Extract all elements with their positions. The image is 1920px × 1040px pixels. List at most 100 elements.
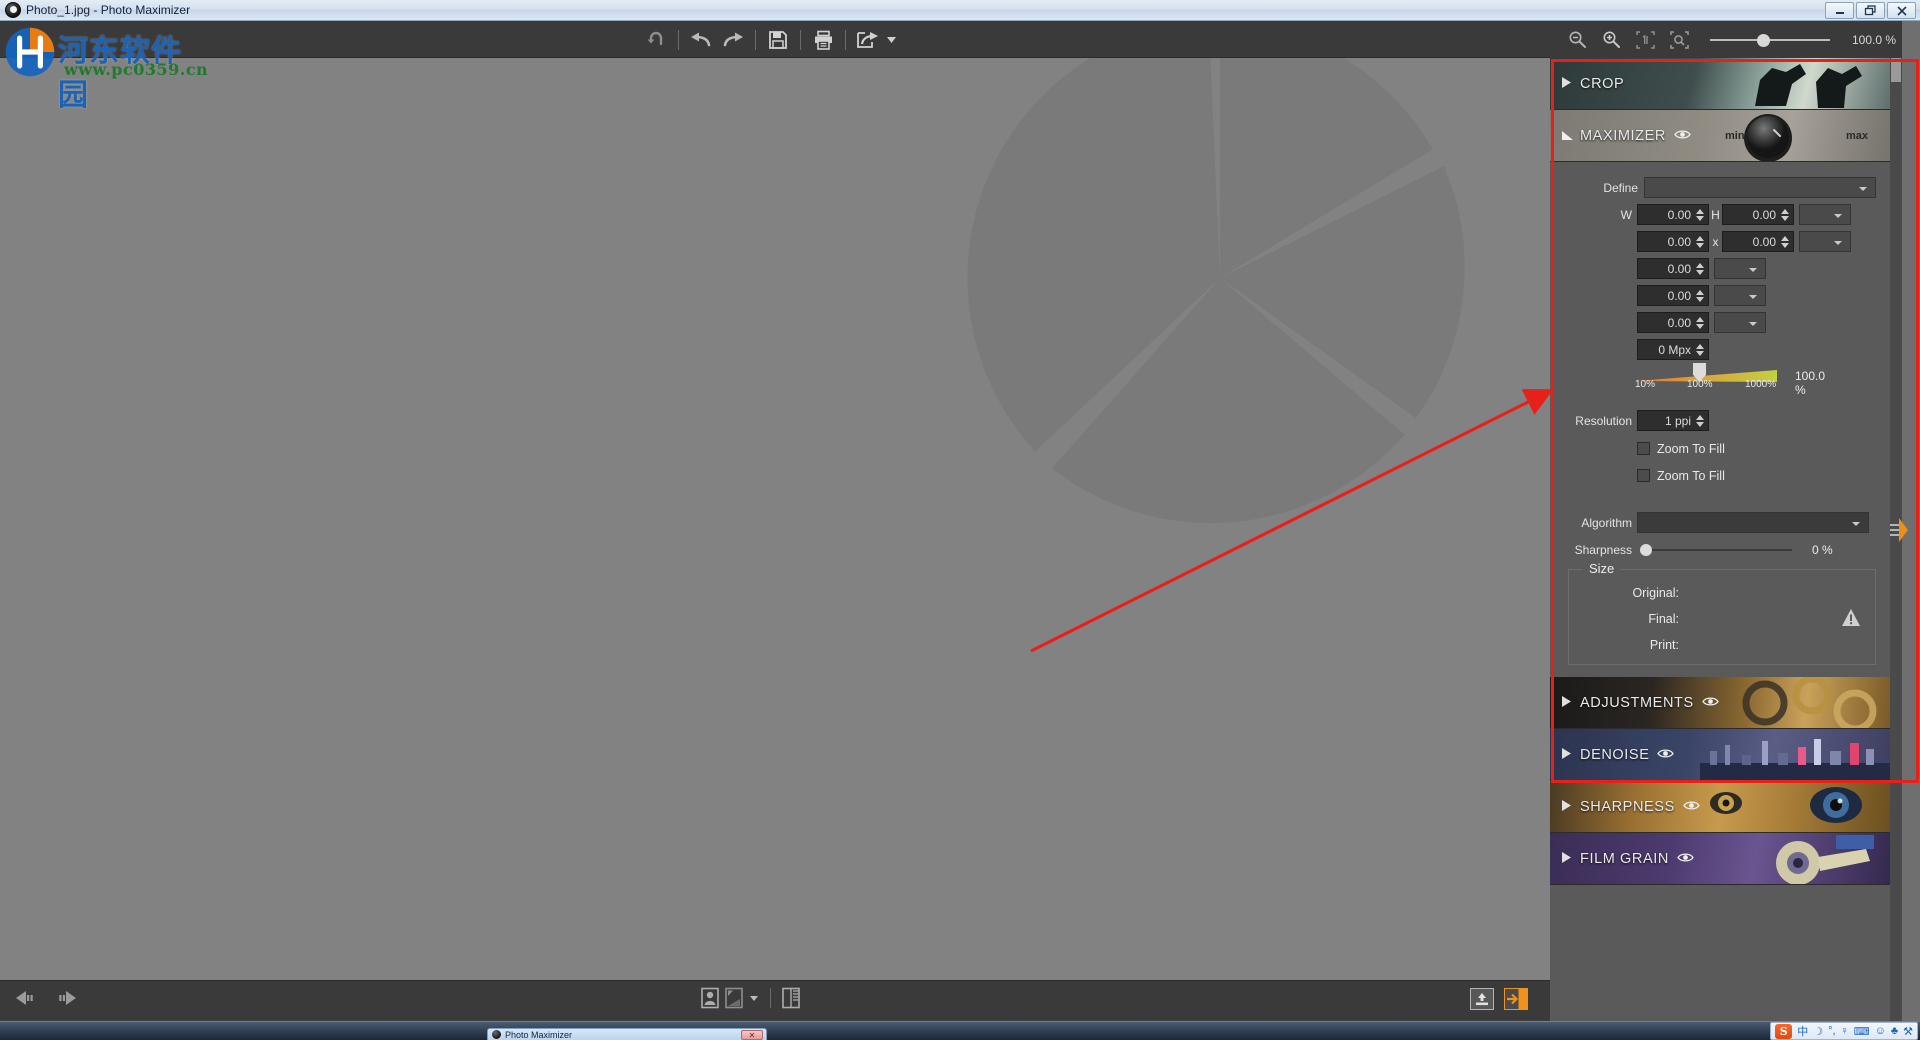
zoom-toolbar: 100.0 % <box>1550 21 1902 58</box>
next-image-button[interactable] <box>50 989 78 1007</box>
panel-scrollbar-thumb[interactable] <box>1891 58 1901 82</box>
share-button[interactable] <box>852 25 884 55</box>
width2-spinner[interactable] <box>1694 232 1705 251</box>
height2-spinner[interactable] <box>1779 232 1790 251</box>
resolution-row: Resolution 1 ppi <box>1550 409 1890 432</box>
compare-view-button[interactable] <box>700 987 720 1009</box>
image-canvas[interactable] <box>0 58 1550 980</box>
wh-unit-select[interactable] <box>1799 204 1851 225</box>
zoom-slider[interactable] <box>1710 33 1830 47</box>
zoom-in-button[interactable] <box>1598 25 1624 55</box>
actual-size-button[interactable] <box>1632 25 1658 55</box>
section-sharpness[interactable]: SHARPNESS <box>1550 781 1890 833</box>
section-crop[interactable]: CROP <box>1550 58 1890 110</box>
sharpness-slider-thumb[interactable] <box>1640 543 1652 556</box>
dialog-close-button[interactable]: ✕ <box>741 1030 763 1040</box>
sharpness-slider[interactable] <box>1640 542 1792 558</box>
close-button[interactable] <box>1887 2 1916 19</box>
zoom-to-fill-row-1: Zoom To Fill <box>1550 437 1890 460</box>
extra-spinner-1[interactable] <box>1694 286 1705 305</box>
skin-icon[interactable]: ♣ <box>1891 1025 1898 1037</box>
view-mode-dropdown-arrow[interactable] <box>748 995 760 1001</box>
width-input[interactable]: 0.00 <box>1637 204 1709 225</box>
share-dropdown-arrow[interactable] <box>884 25 898 55</box>
moon-icon[interactable]: ☽ <box>1813 1025 1823 1038</box>
resolution-input[interactable]: 1 ppi <box>1637 410 1709 431</box>
input-mode-chinese-icon[interactable]: 中 <box>1797 1023 1808 1039</box>
restore-button[interactable] <box>1856 2 1885 19</box>
reset-button[interactable] <box>640 25 672 55</box>
app-icon <box>5 2 21 18</box>
section-denoise[interactable]: DENOISE <box>1550 729 1890 781</box>
knob-min-label: min <box>1725 129 1745 142</box>
width2-value: 0.00 <box>1667 234 1691 249</box>
previous-image-button[interactable] <box>14 989 42 1007</box>
height-spinner[interactable] <box>1779 205 1790 224</box>
algorithm-select[interactable] <box>1637 512 1869 533</box>
zoom-out-button[interactable] <box>1564 25 1590 55</box>
zoom-slider-track <box>1710 38 1830 41</box>
extra-spinner-2[interactable] <box>1694 313 1705 332</box>
resolution-spinner[interactable] <box>1694 411 1705 430</box>
minimize-button[interactable] <box>1825 2 1854 19</box>
megapixel-spinner[interactable] <box>1694 340 1705 359</box>
section-denoise-title: DENOISE <box>1580 747 1675 763</box>
define-row: Define <box>1550 176 1890 199</box>
megapixel-input[interactable]: 0 Mpx <box>1637 339 1709 360</box>
split-view-button[interactable] <box>781 987 801 1009</box>
redo-button[interactable] <box>717 25 749 55</box>
size-print-label: Print: <box>1649 638 1679 652</box>
extra-unit-1[interactable] <box>1714 285 1766 306</box>
eye-icon[interactable] <box>1701 695 1719 711</box>
eye-icon[interactable] <box>1674 128 1691 144</box>
microphone-icon[interactable]: ♀ <box>1841 1025 1849 1037</box>
scale-slider[interactable]: 10% 100% 1000% 100.0 % <box>1635 363 1837 403</box>
extra-row-1: 0.00 <box>1550 284 1890 307</box>
height-value: 0.00 <box>1752 207 1776 222</box>
panel-grip-handle[interactable] <box>1890 520 1900 540</box>
save-button[interactable] <box>762 25 794 55</box>
extra-unit-2[interactable] <box>1714 312 1766 333</box>
zoom-to-fill-checkbox-2[interactable] <box>1637 469 1650 482</box>
extra-input-1[interactable]: 0.00 <box>1637 285 1709 306</box>
wh2-unit-select[interactable] <box>1799 231 1851 252</box>
section-adjustments[interactable]: ADJUSTMENTS <box>1550 677 1890 729</box>
maximizer-settings: Define W 0.00 H 0.00 0.00 x 0.00 0.00 0.… <box>1550 162 1890 677</box>
panel-toggle-button[interactable] <box>1504 988 1528 1010</box>
define-select[interactable] <box>1644 177 1876 198</box>
navigation-buttons <box>14 989 78 1007</box>
chevron-right-icon <box>1562 850 1571 868</box>
height-input[interactable]: 0.00 <box>1722 204 1794 225</box>
tools-icon[interactable]: ⚒ <box>1903 1025 1913 1038</box>
section-film-grain-title: FILM GRAIN <box>1580 851 1694 867</box>
sogou-ime-icon[interactable]: S <box>1775 1023 1793 1039</box>
extra-spinner-0[interactable] <box>1694 259 1705 278</box>
export-button[interactable] <box>1470 988 1494 1010</box>
view-mode-button[interactable] <box>724 987 744 1009</box>
panel-sections: CROP MAXIMIZER min max Define W 0.00 H 0… <box>1550 58 1890 885</box>
extra-input-0[interactable]: 0.00 <box>1637 258 1709 279</box>
zoom-slider-thumb[interactable] <box>1757 33 1770 47</box>
times-label: x <box>1712 234 1719 249</box>
taskbar-dialog-window[interactable]: Photo Maximizer ✕ <box>487 1028 767 1040</box>
extra-input-2[interactable]: 0.00 <box>1637 312 1709 333</box>
eye-icon[interactable] <box>1657 747 1675 763</box>
eye-icon[interactable] <box>1683 799 1700 815</box>
zoom-to-fill-checkbox-1[interactable] <box>1637 442 1650 455</box>
size-final-row: Final: <box>1569 612 1679 626</box>
eye-icon[interactable] <box>1677 851 1694 867</box>
keyboard-icon[interactable]: ⌨ <box>1854 1025 1870 1038</box>
undo-button[interactable] <box>685 25 717 55</box>
extra-unit-0[interactable] <box>1714 258 1766 279</box>
section-maximizer[interactable]: MAXIMIZER min max <box>1550 110 1890 162</box>
height2-input[interactable]: 0.00 <box>1722 231 1794 252</box>
print-button[interactable] <box>807 25 839 55</box>
chevron-right-icon <box>1562 694 1571 712</box>
punctuation-icon[interactable]: °, <box>1828 1025 1835 1037</box>
panel-resize-edge[interactable] <box>1902 21 1920 1021</box>
width-spinner[interactable] <box>1694 205 1705 224</box>
fit-to-screen-button[interactable] <box>1666 25 1692 55</box>
width2-input[interactable]: 0.00 <box>1637 231 1709 252</box>
user-icon[interactable]: ☺ <box>1875 1025 1886 1037</box>
section-film-grain[interactable]: FILM GRAIN <box>1550 833 1890 885</box>
